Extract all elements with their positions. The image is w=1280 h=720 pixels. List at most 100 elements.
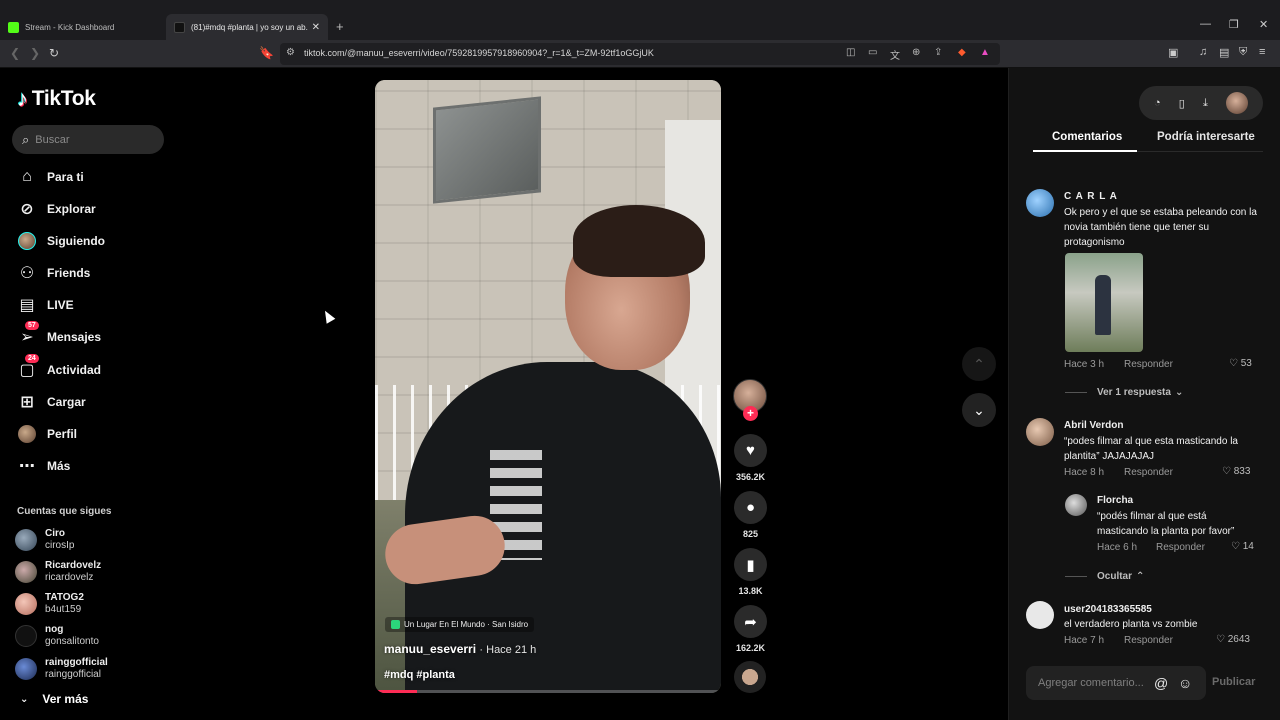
like-action[interactable]: ♥ 356.2K	[734, 434, 767, 482]
site-info-icon[interactable]: ⚙	[286, 47, 295, 58]
chevron-up-icon: ⌃	[1136, 571, 1145, 582]
upload-icon: ⊞	[20, 394, 34, 411]
download-icon[interactable]: ⤓	[1203, 97, 1208, 110]
translate-icon[interactable]: 文	[890, 47, 900, 62]
reply-button[interactable]: Responder	[1124, 467, 1173, 478]
search-input[interactable]	[35, 133, 146, 146]
bookmark-icon[interactable]: ▮	[734, 548, 767, 581]
see-more-button[interactable]: ⌄ Ver más	[20, 692, 88, 706]
nav-explorar[interactable]: ⊘ Explorar	[17, 197, 95, 221]
rewards-icon[interactable]: ▲	[980, 47, 990, 58]
publish-button[interactable]: Publicar	[1212, 676, 1255, 688]
music-disc-icon[interactable]	[734, 661, 766, 693]
nav-perfil[interactable]: Perfil	[17, 422, 77, 446]
device-icon[interactable]: ▯	[1179, 97, 1185, 110]
browser-tab-kick[interactable]: Stream - Kick Dashboard	[0, 14, 165, 40]
comment-icon[interactable]: ●	[734, 491, 767, 524]
comment-author[interactable]: user204183365585	[1064, 604, 1152, 615]
heart-icon[interactable]: ♥	[734, 434, 767, 467]
next-video-button[interactable]: ⌄	[962, 393, 996, 427]
video-author[interactable]: manuu_eseverri · Hace 21 h	[384, 642, 536, 656]
hide-replies-button[interactable]: Ocultar ⌃	[1065, 571, 1144, 582]
menu-icon[interactable]: ≡	[1259, 46, 1265, 58]
logo-text: TikTok	[31, 87, 96, 110]
video-player[interactable]: Un Lugar En El Mundo · San Isidro manuu_…	[375, 80, 721, 693]
comment-author[interactable]: Abril Verdon	[1064, 420, 1123, 431]
nav-live[interactable]: ▤ LIVE	[17, 293, 73, 317]
follow-plus-icon[interactable]: +	[743, 406, 758, 421]
bookmark-icon[interactable]: 🔖	[259, 46, 274, 60]
comment-like[interactable]: ♡ 2643	[1216, 634, 1250, 645]
comment-input[interactable]	[1038, 677, 1158, 689]
view-replies-button[interactable]: Ver 1 respuesta ⌄	[1065, 387, 1183, 398]
reply-author[interactable]: Florcha	[1097, 495, 1133, 506]
location-tag[interactable]: Un Lugar En El Mundo · San Isidro	[385, 617, 535, 632]
following-account[interactable]: Ricardovelz ricardovelz	[15, 560, 101, 584]
cast-icon[interactable]: ▭	[868, 47, 877, 58]
nav-mensajes[interactable]: ➢ 57 Mensajes	[17, 321, 101, 349]
following-account[interactable]: TATOG2 b4ut159	[15, 592, 84, 616]
new-tab-icon[interactable]: +	[336, 19, 344, 34]
comment-author[interactable]: C A R L A	[1064, 191, 1118, 202]
coins-icon[interactable]: ◔	[1154, 97, 1161, 109]
back-icon[interactable]: ❮	[10, 46, 20, 60]
add-comment-box[interactable]: @ ☺	[1026, 666, 1206, 700]
nav-para-ti[interactable]: ⌂ Para ti	[17, 165, 84, 189]
zoom-icon[interactable]: ⊕	[912, 47, 920, 58]
nav-cargar[interactable]: ⊞ Cargar	[17, 390, 85, 414]
comment-action[interactable]: ● 825	[734, 491, 767, 539]
restore-icon[interactable]: ❐	[1229, 18, 1239, 31]
tiktok-logo[interactable]: ♪ TikTok	[17, 86, 96, 112]
previous-video-button[interactable]: ⌃	[962, 347, 996, 381]
no-camera-icon[interactable]: ◫	[846, 47, 855, 58]
nav-siguiendo[interactable]: Siguiendo	[17, 229, 105, 253]
author-username[interactable]: manuu_eseverri	[384, 642, 476, 656]
vpn-icon[interactable]: ⛨	[1239, 46, 1247, 59]
close-window-icon[interactable]: ✕	[1259, 18, 1268, 31]
brave-shield-icon[interactable]: ◆	[958, 47, 966, 58]
comment-avatar[interactable]	[1026, 418, 1054, 446]
reply-button[interactable]: Responder	[1156, 542, 1205, 553]
video-hashtags[interactable]: #mdq #planta	[384, 669, 455, 681]
nav-friends[interactable]: ⚇ Friends	[17, 261, 91, 285]
comment-avatar[interactable]	[1026, 601, 1054, 629]
reload-icon[interactable]: ↻	[49, 46, 59, 60]
save-action[interactable]: ▮ 13.8K	[734, 548, 767, 596]
close-tab-icon[interactable]: ✕	[312, 22, 320, 33]
emoji-icon[interactable]: ☺	[1178, 675, 1192, 691]
following-account[interactable]: rainggofficial rainggofficial	[15, 657, 108, 681]
search-box[interactable]: ⌕	[12, 125, 164, 154]
forward-icon[interactable]: ❯	[30, 46, 40, 60]
reply-button[interactable]: Responder	[1124, 635, 1173, 646]
tab-podria-interesarte[interactable]: Podría interesarte	[1157, 131, 1255, 143]
url-field[interactable]: ⚙ tiktok.com/@manuu_eseverri/video/75928…	[280, 43, 1000, 65]
following-account[interactable]: Ciro cirosIp	[15, 528, 74, 552]
music-icon[interactable]: ♫	[1199, 46, 1207, 58]
nav-actividad[interactable]: ▢ 24 Actividad	[17, 354, 101, 382]
tab-comentarios[interactable]: Comentarios	[1052, 131, 1122, 143]
nav-mas[interactable]: ⋯ Más	[17, 454, 70, 478]
reading-list-icon[interactable]: ▤	[1219, 46, 1229, 59]
share-action[interactable]: ➦ 162.2K	[734, 605, 767, 653]
video-scene-hair	[573, 205, 705, 277]
inbox-icon: ➢ 57	[17, 321, 39, 347]
view-replies-label: Ver 1 respuesta	[1097, 387, 1171, 398]
reply-like[interactable]: ♡ 14	[1231, 541, 1254, 552]
browser-tab-tiktok[interactable]: (81)#mdq #planta | yo soy un ab... ✕	[166, 14, 328, 40]
share-arrow-icon[interactable]: ➦	[734, 605, 767, 638]
comment-image[interactable]	[1065, 253, 1143, 352]
account-handle: cirosIp	[45, 540, 75, 551]
comment-avatar[interactable]	[1026, 189, 1054, 217]
minimize-icon[interactable]: —	[1200, 18, 1211, 30]
like-count: 356.2K	[735, 472, 766, 482]
mention-icon[interactable]: @	[1154, 675, 1168, 691]
comment-like[interactable]: ♡ 833	[1222, 466, 1250, 477]
reply-button[interactable]: Responder	[1124, 359, 1173, 370]
sidebar-toggle-icon[interactable]: ▣	[1168, 46, 1178, 59]
comment-like[interactable]: ♡ 53	[1229, 358, 1252, 369]
my-avatar[interactable]	[1225, 92, 1248, 114]
video-progress-bar[interactable]	[375, 690, 721, 693]
following-account[interactable]: nog gonsalitonto	[15, 624, 99, 648]
reply-avatar[interactable]	[1065, 494, 1087, 516]
share-icon[interactable]: ⇪	[934, 47, 942, 58]
